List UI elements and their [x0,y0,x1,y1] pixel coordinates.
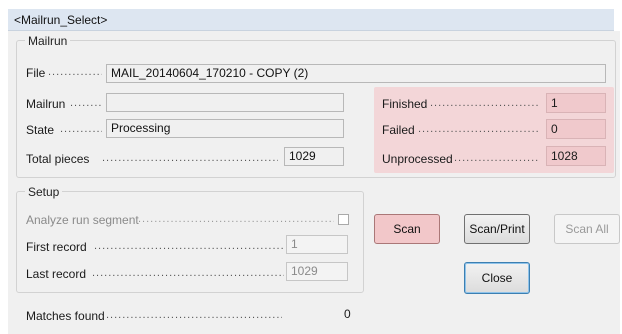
state-label: State [26,123,55,137]
analyze-segment-checkbox[interactable] [338,214,349,225]
first-record-field[interactable]: 1 [286,235,348,254]
file-label: File [26,66,46,80]
setup-legend: Setup [25,185,63,199]
total-pieces-dots: ........................................… [102,152,278,164]
matches-found-label: Matches found [26,309,105,323]
scan-print-button[interactable]: Scan/Print [464,214,530,244]
last-record-label: Last record [26,267,87,281]
scan-all-button[interactable]: Scan All [554,214,620,244]
mailrun-legend: Mailrun [25,34,71,48]
mailrun-label: Mailrun [26,97,66,111]
unprocessed-label: Unprocessed [382,152,453,166]
total-pieces-field[interactable]: 1029 [284,147,344,166]
mailrun-dots: .......... [70,97,102,109]
scan-button[interactable]: Scan [374,214,440,244]
dialog-body: Mailrun File ............... MAIL_201406… [8,31,620,334]
failed-field[interactable]: 0 [546,119,606,139]
matches-found-value: 0 [344,307,351,321]
analyze-segment-dots: ........................................… [138,213,334,225]
total-pieces-label: Total pieces [26,152,90,166]
finished-field[interactable]: 1 [546,93,606,113]
finished-dots: .............................. [430,97,540,109]
first-record-dots: ........................................… [94,240,284,252]
state-field[interactable]: Processing [106,119,344,138]
unprocessed-field[interactable]: 1028 [546,146,606,166]
finished-label: Finished [382,97,428,111]
matches-found-dots: ........................................… [106,309,282,321]
failed-dots: ................................. [418,123,540,135]
mailrun-field[interactable] [106,93,344,112]
unprocessed-dots: ........................ [454,152,540,164]
first-record-label: First record [26,240,87,254]
close-button[interactable]: Close [464,262,530,294]
analyze-segment-label: Analyze run segment [26,213,139,227]
last-record-field[interactable]: 1029 [286,262,348,281]
last-record-dots: ........................................… [92,267,284,279]
window-title: <Mailrun_Select> [14,13,108,27]
window-titlebar[interactable]: <Mailrun_Select> [8,9,614,31]
file-dots: ............... [48,66,102,78]
failed-label: Failed [382,123,415,137]
file-field[interactable]: MAIL_20140604_170210 - COPY (2) [106,64,606,83]
state-dots: ............ [60,123,102,135]
